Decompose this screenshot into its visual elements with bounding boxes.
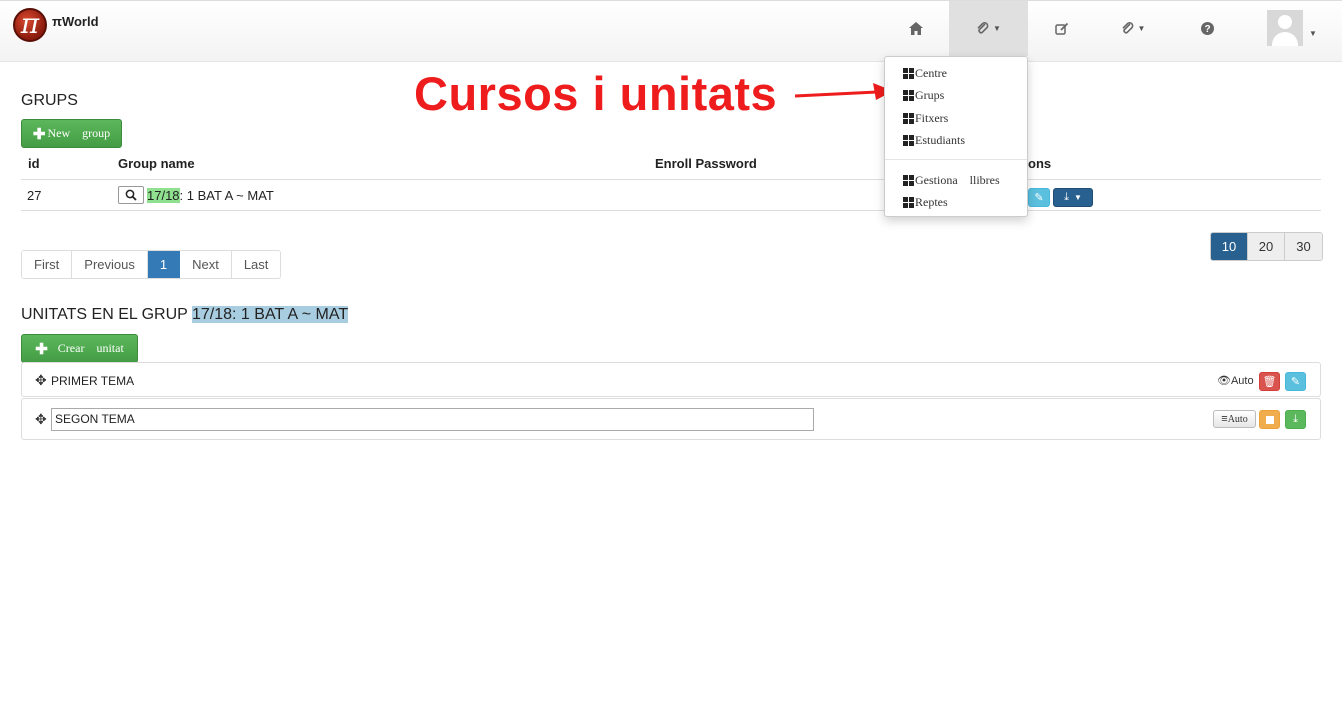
stop-icon [1265,415,1274,424]
help-icon: ? [1200,22,1214,35]
download-unit-button[interactable]: ⤓ [1285,410,1306,429]
table-header-divider [21,179,1321,180]
create-unit-label: Crear unitat [57,341,124,355]
new-group-button[interactable]: ✚ New group [21,119,122,148]
edit-group-button[interactable]: ✎ [1028,188,1050,207]
plus-icon: ✚ [35,340,48,358]
th-large-icon [903,175,914,186]
page-size-20[interactable]: 20 [1248,233,1285,260]
menu-item-estudiants[interactable]: Estudiants [903,133,965,148]
unit-row [21,362,1321,397]
export-group-dropdown[interactable]: ⤓ ▼ [1053,188,1093,207]
th-large-icon [903,197,914,208]
avatar-body [1272,32,1298,46]
paperclip-icon [1121,21,1133,33]
groups-title: GRUPS [21,92,78,109]
menu-item-centre[interactable]: Centre [903,66,947,81]
group-name-cell[interactable]: 17/18: 1 BAT A ~ MAT [147,188,274,203]
nav-resources-menu[interactable]: ▼ [949,1,1028,56]
row-id: 27 [27,188,42,203]
menu-item-grups[interactable]: Grups [903,88,944,103]
avatar-head [1278,15,1292,29]
chevron-down-icon[interactable]: ▼ [1309,29,1317,38]
menu-item-label: Reptes [915,195,948,209]
menu-item-label: Estudiants [915,133,965,147]
page-size-10[interactable]: 10 [1211,233,1248,260]
eye-icon: 👁 [1217,375,1231,387]
trash-icon: 🗑 [1262,376,1277,388]
page-size-selector: 10 20 30 [1210,232,1323,261]
resources-dropdown-menu: Centre Grups Fitxers Estudiants Gestiona… [884,56,1028,217]
download-icon: ⤓ [1293,413,1298,425]
table-row-divider [21,210,1321,211]
nav-home[interactable] [892,1,940,56]
group-year-highlight: 17/18 [147,188,180,203]
new-group-label: New group [47,126,111,140]
brand-name[interactable]: πWorld [52,14,99,29]
page-size-30[interactable]: 30 [1285,233,1322,260]
units-title-prefix: UNITATS EN EL GRUP [21,306,188,323]
page-next[interactable]: Next [180,251,232,278]
unit-status: Auto [1230,375,1254,387]
chevron-down-icon: ▼ [1073,193,1082,202]
menu-item-label: Gestiona llibres [915,173,1000,187]
chevron-down-icon: ▼ [993,24,1001,33]
nav-attachments-menu[interactable]: ▼ [1108,1,1158,56]
logo-icon[interactable]: π [13,8,47,42]
create-unit-button[interactable]: ✚ Crear unitat [21,334,138,363]
move-icon[interactable]: ✥ [35,372,47,389]
menu-item-label: Centre [915,66,947,80]
col-header-id: id [28,156,40,171]
pencil-icon: ✎ [1290,376,1301,388]
th-large-icon [903,90,914,101]
pagination: First Previous 1 Next Last [21,250,282,279]
svg-text:?: ? [1204,24,1210,35]
th-large-icon [903,135,914,146]
nav-help[interactable]: ? [1186,1,1228,56]
move-icon[interactable]: ✥ [35,411,47,428]
annotation-arrow [795,83,893,100]
nav-edit[interactable] [1040,1,1084,56]
edit-unit-button[interactable]: ✎ [1285,372,1306,391]
home-icon [909,22,923,35]
menu-item-gestiona-llibres[interactable]: Gestiona llibres [903,173,1000,188]
plus-icon: ✚ [32,125,46,143]
menu-item-fitxers[interactable]: Fitxers [903,111,948,126]
menu-item-label: Grups [915,88,945,102]
group-name-rest: : 1 BAT A ~ MAT [179,188,274,203]
unit-name-input[interactable]: SEGON TEMA [51,408,814,431]
menu-item-reptes[interactable]: Reptes [903,195,948,210]
col-header-actions: ons [1028,156,1052,171]
avatar[interactable] [1267,10,1303,46]
top-navbar: π πWorld ▼ ▼ ? ▼ [0,0,1342,62]
units-title-group: 17/18: 1 BAT A ~ MAT [192,306,349,323]
delete-unit-button[interactable]: 🗑 [1259,372,1280,391]
unit-mode-button[interactable]: ≡Auto [1213,410,1256,428]
export-icon: ⤓ [1064,191,1069,203]
page-first[interactable]: First [22,251,73,278]
paperclip-icon [977,21,989,33]
unit-visibility[interactable]: 👁Auto [1217,374,1254,387]
stop-unit-button[interactable] [1259,410,1280,429]
col-header-enroll-password: Enroll Password [655,156,757,171]
menu-divider [885,159,1027,160]
menu-item-label: Fitxers [915,111,949,125]
page-1[interactable]: 1 [147,251,181,278]
unit-name[interactable]: PRIMER TEMA [51,374,134,388]
th-large-icon [903,68,914,79]
annotation-text: Cursos i unitats [414,67,778,120]
edit-icon [1055,22,1069,35]
units-title: UNITATS EN EL GRUP 17/18: 1 BAT A ~ MAT [21,306,349,324]
page-previous[interactable]: Previous [72,251,148,278]
pencil-icon: ✎ [1034,192,1044,204]
th-large-icon [903,113,914,124]
page-last[interactable]: Last [231,251,281,278]
chevron-down-icon: ▼ [1137,24,1146,33]
col-header-group-name: Group name [118,156,195,171]
unit-status: Auto [1227,414,1248,425]
search-icon[interactable] [118,186,144,204]
